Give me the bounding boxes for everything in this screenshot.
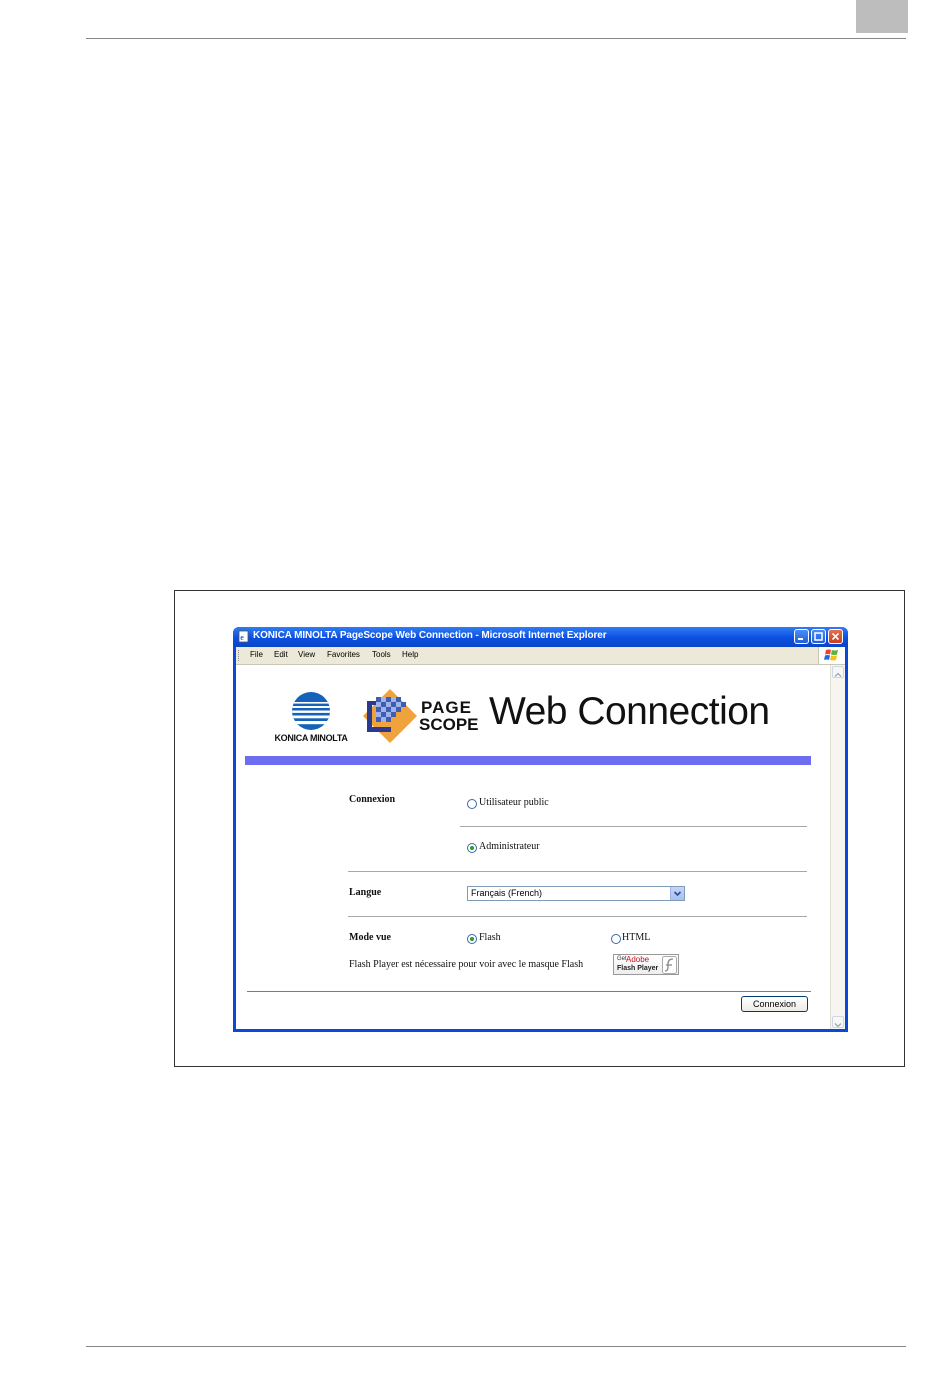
menu-grip xyxy=(238,650,241,661)
html-label[interactable]: HTML xyxy=(622,932,650,943)
ie-document-icon: e xyxy=(237,630,250,643)
pagescope-logo: PAGE SCOPE xyxy=(361,687,486,745)
windows-flag-icon xyxy=(824,649,838,661)
menu-edit[interactable]: Edit xyxy=(274,650,288,659)
menu-view[interactable]: View xyxy=(298,650,315,659)
header-rule xyxy=(86,38,906,39)
close-icon xyxy=(831,632,840,641)
get-flash-player-badge[interactable]: Get Adobe Flash Player xyxy=(613,954,679,975)
footer-accent-line xyxy=(247,991,811,992)
product-line-scope: SCOPE xyxy=(419,715,479,734)
svg-text:e: e xyxy=(240,633,244,642)
mode-vue-label: Mode vue xyxy=(349,932,391,943)
flash-badge-player: Flash Player xyxy=(617,965,659,972)
footer-rule xyxy=(86,1346,906,1347)
page-number-tab xyxy=(856,0,908,33)
maximize-icon xyxy=(814,632,823,641)
administrator-radio[interactable] xyxy=(467,843,477,853)
scroll-up-button[interactable] xyxy=(832,666,844,678)
flash-label[interactable]: Flash xyxy=(479,932,501,943)
menu-bar: File Edit View Favorites Tools Help xyxy=(236,647,845,665)
product-line-page: PAGE xyxy=(421,698,472,717)
public-user-label[interactable]: Utilisateur public xyxy=(479,797,549,808)
page-viewport: KONICA MINOLTA PAGE SCOPE Web Connection… xyxy=(236,665,845,1029)
language-select[interactable]: Français (French) xyxy=(467,886,685,901)
vertical-scrollbar[interactable] xyxy=(830,665,845,1029)
chevron-up-icon xyxy=(834,672,842,677)
minimize-button[interactable] xyxy=(794,629,809,644)
browser-window: e KONICA MINOLTA PageScope Web Connectio… xyxy=(233,627,848,1032)
html-radio[interactable] xyxy=(611,934,621,944)
connexion-button[interactable]: Connexion xyxy=(741,996,808,1012)
chevron-down-icon xyxy=(834,1023,842,1028)
close-button[interactable] xyxy=(828,629,843,644)
flash-radio[interactable] xyxy=(467,934,477,944)
chevron-down-icon[interactable] xyxy=(670,887,684,900)
konica-minolta-logo: KONICA MINOLTA xyxy=(256,691,366,743)
menu-help[interactable]: Help xyxy=(402,650,418,659)
flash-logo-icon xyxy=(662,956,677,974)
language-select-value: Français (French) xyxy=(471,888,543,898)
product-name: Web Connection xyxy=(489,690,770,733)
flash-player-note: Flash Player est nécessaire pour voir av… xyxy=(349,959,584,970)
administrator-label[interactable]: Administrateur xyxy=(479,841,540,852)
windows-logo-area xyxy=(818,647,845,664)
konica-minolta-globe-icon xyxy=(292,692,330,730)
header-accent-bar xyxy=(245,756,811,765)
connexion-label: Connexion xyxy=(349,794,396,805)
public-user-radio[interactable] xyxy=(467,799,477,809)
divider xyxy=(460,826,807,827)
menu-favorites[interactable]: Favorites xyxy=(327,650,360,659)
pagescope-mark-icon xyxy=(363,689,417,743)
menu-tools[interactable]: Tools xyxy=(372,650,391,659)
langue-label: Langue xyxy=(349,887,382,898)
brand-name: KONICA MINOLTA xyxy=(274,733,348,743)
scroll-down-button[interactable] xyxy=(832,1016,844,1028)
divider xyxy=(348,871,807,872)
window-title: KONICA MINOLTA PageScope Web Connection … xyxy=(253,630,607,641)
maximize-button[interactable] xyxy=(811,629,826,644)
divider xyxy=(348,916,807,917)
menu-file[interactable]: File xyxy=(250,650,263,659)
flash-badge-adobe: Adobe xyxy=(626,955,650,964)
minimize-icon xyxy=(798,638,803,640)
title-bar[interactable]: e KONICA MINOLTA PageScope Web Connectio… xyxy=(233,627,848,647)
